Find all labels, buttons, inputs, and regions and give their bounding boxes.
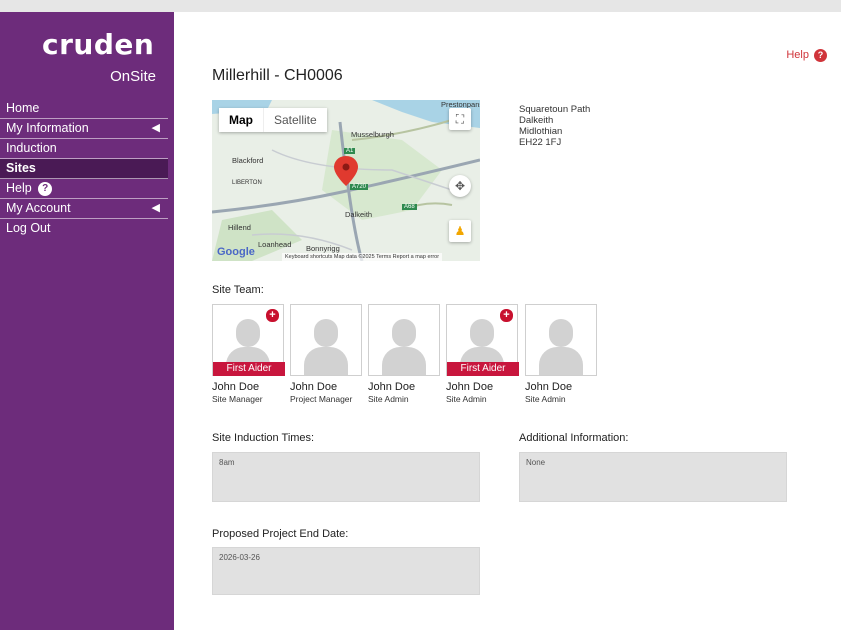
brand-subtitle: OnSite <box>110 68 156 85</box>
sidebar-item-home[interactable]: Home <box>0 99 168 119</box>
team-member-card[interactable]: John Doe Project Manager <box>290 304 362 404</box>
end-date-label: Proposed Project End Date: <box>212 528 349 540</box>
sidebar-item-label: Induction <box>6 141 57 155</box>
map-footer[interactable]: Keyboard shortcuts Map data ©2025 Terms … <box>282 253 443 261</box>
map-tab-map[interactable]: Map <box>219 108 263 132</box>
sidebar-item-my-account[interactable]: My Account ◀ <box>0 199 168 219</box>
member-name: John Doe <box>446 381 494 393</box>
brand-logo[interactable]: cruden <box>42 28 154 61</box>
avatar: + First Aider <box>446 304 519 376</box>
sidebar-nav: Home My Information ◀ Induction Sites He… <box>0 99 168 238</box>
help-icon: ? <box>38 182 53 196</box>
map-label: Hillend <box>228 223 251 232</box>
map-label: Musselburgh <box>351 130 394 139</box>
sidebar-item-label: My Information <box>6 121 89 135</box>
member-name: John Doe <box>290 381 338 393</box>
map-label: Blackford <box>232 156 264 165</box>
pan-control-icon[interactable]: ✥ <box>449 175 471 197</box>
site-team-label: Site Team: <box>212 284 264 296</box>
sidebar-item-label: Log Out <box>6 221 51 235</box>
map-label: Loanhead <box>258 240 292 249</box>
member-role: Site Admin <box>525 394 566 404</box>
road-badge: A68 <box>402 204 417 210</box>
first-aid-icon: + <box>499 308 514 323</box>
team-member-card[interactable]: + First Aider John Doe Site Admin <box>446 304 519 404</box>
member-name: John Doe <box>212 381 260 393</box>
google-logo: Google <box>217 246 255 258</box>
member-role: Site Admin <box>368 394 409 404</box>
sidebar-item-label: Home <box>6 101 40 115</box>
sidebar-item-log-out[interactable]: Log Out <box>0 219 168 238</box>
member-role: Site Manager <box>212 394 263 404</box>
map-label: Bonnyrigg <box>306 244 340 253</box>
induction-times-label: Site Induction Times: <box>212 432 315 444</box>
road-badge: A720 <box>350 184 369 190</box>
address-line: Midlothian <box>519 126 563 137</box>
first-aider-badge: First Aider <box>447 362 519 376</box>
additional-info-field: None <box>519 452 787 502</box>
member-role: Site Admin <box>446 394 487 404</box>
sidebar-item-help[interactable]: Help ? <box>0 179 168 199</box>
map-label: LIBERTON <box>232 180 262 186</box>
page-title: Millerhill - CH0006 <box>212 67 343 84</box>
member-role: Project Manager <box>290 394 353 404</box>
sidebar-item-label: Help <box>6 181 32 195</box>
map-label: Dalkeith <box>345 210 373 219</box>
sidebar-item-induction[interactable]: Induction <box>0 139 168 159</box>
additional-info-label: Additional Information: <box>519 432 629 444</box>
sidebar-item-label: My Account <box>6 201 71 215</box>
sidebar-item-my-information[interactable]: My Information ◀ <box>0 119 168 139</box>
member-name: John Doe <box>368 381 416 393</box>
address-line: EH22 1FJ <box>519 137 562 148</box>
sidebar-item-sites[interactable]: Sites <box>0 159 168 179</box>
site-address: Squaretoun Path Dalkeith Midlothian EH22… <box>519 104 590 148</box>
end-date-field: 2026-03-26 <box>212 547 480 595</box>
team-member-card[interactable]: John Doe Site Admin <box>368 304 440 404</box>
chevron-left-icon: ◀ <box>151 122 160 134</box>
sidebar: cruden OnSite Home My Information ◀ Indu… <box>0 12 174 630</box>
pegman-icon[interactable]: ♟ <box>449 220 471 242</box>
avatar: + First Aider <box>212 304 285 376</box>
induction-times-field: 8am <box>212 452 480 502</box>
member-name: John Doe <box>525 381 573 393</box>
address-line: Dalkeith <box>519 115 554 126</box>
road-badge: A1 <box>344 148 356 154</box>
first-aid-icon: + <box>265 308 280 323</box>
help-link[interactable]: Help ? <box>786 49 827 62</box>
fullscreen-icon[interactable]: ⛶ <box>449 108 471 130</box>
map-type-toggle: Map Satellite <box>219 108 327 132</box>
map-tab-satellite[interactable]: Satellite <box>263 108 327 132</box>
help-icon: ? <box>814 49 827 62</box>
team-member-card[interactable]: John Doe Site Admin <box>525 304 597 404</box>
avatar <box>525 304 597 376</box>
avatar <box>368 304 440 376</box>
app-frame: cruden OnSite Home My Information ◀ Indu… <box>0 12 841 630</box>
avatar <box>290 304 362 376</box>
team-member-card[interactable]: + First Aider John Doe Site Manager <box>212 304 285 404</box>
address-line: Squaretoun Path <box>519 104 591 115</box>
sidebar-item-label: Sites <box>6 161 36 175</box>
chevron-left-icon: ◀ <box>151 202 160 214</box>
first-aider-badge: First Aider <box>213 362 285 376</box>
help-label: Help <box>786 49 809 61</box>
site-map[interactable]: Prestonpans Musselburgh Blackford LIBERT… <box>212 100 480 261</box>
